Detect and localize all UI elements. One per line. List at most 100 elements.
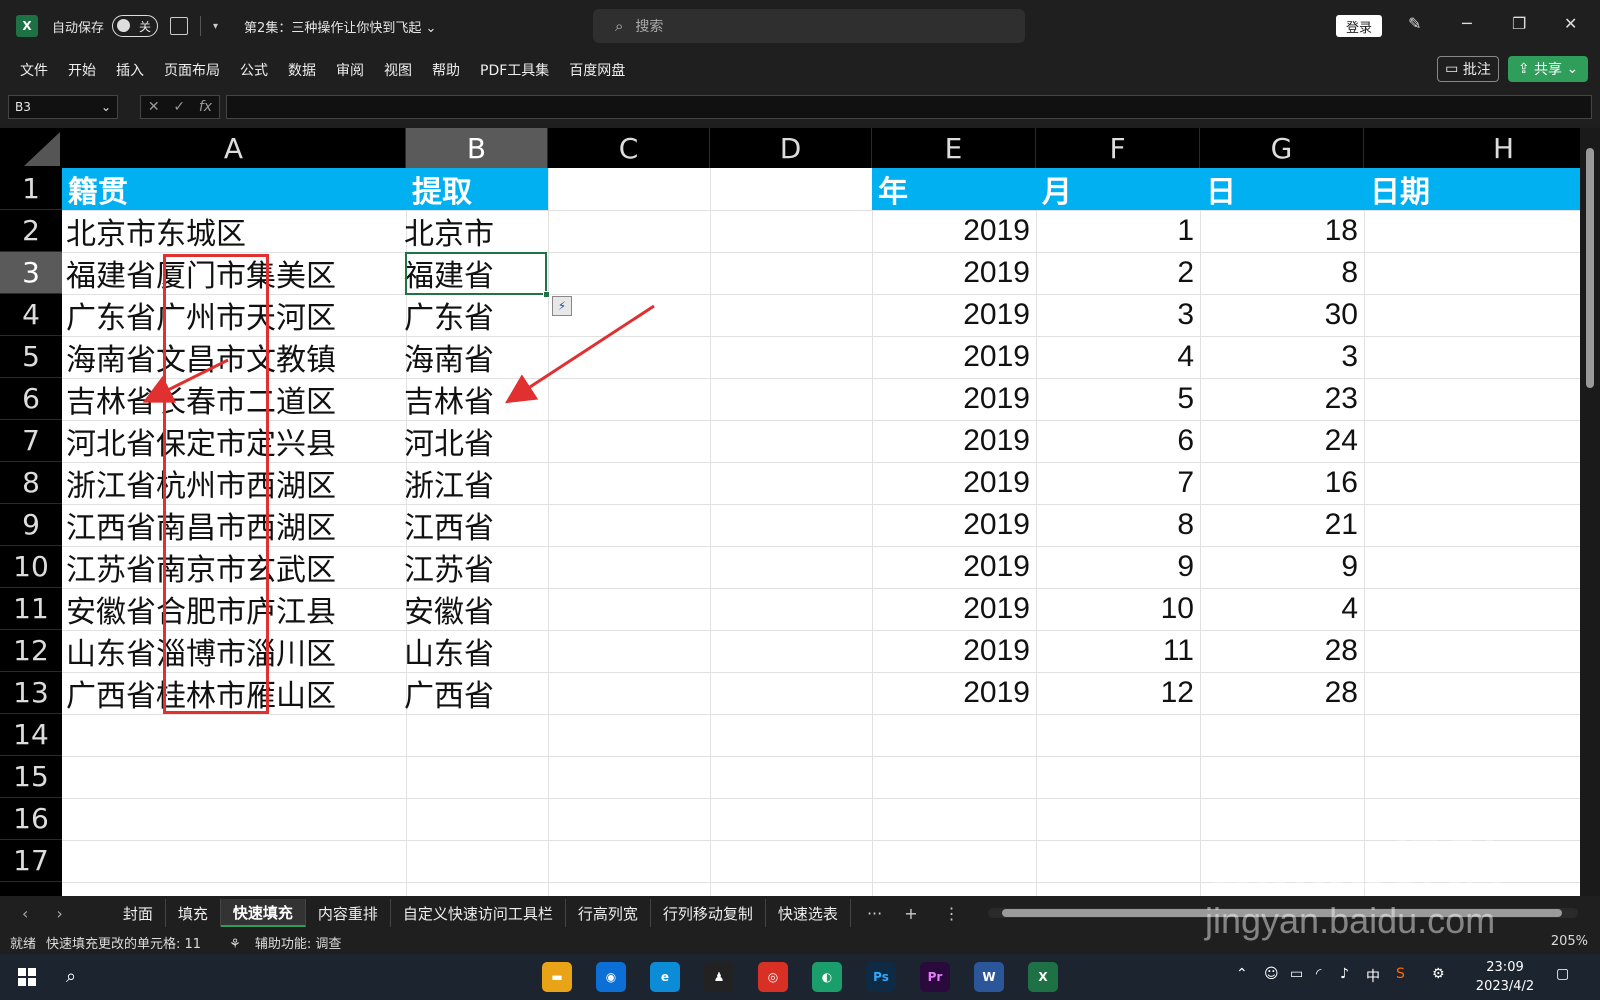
autosave-label: 自动保存 xyxy=(52,20,105,36)
battery-icon[interactable]: ▭ xyxy=(1290,966,1303,982)
sheet-tab-cover[interactable]: 封面 xyxy=(111,899,166,927)
formula-bar: B3 ⌄ ✕ ✓ fx xyxy=(0,88,1600,126)
name-box[interactable]: B3 ⌄ xyxy=(8,95,118,119)
row-header-8[interactable]: 8 xyxy=(0,462,62,504)
row-header-9[interactable]: 9 xyxy=(0,504,62,546)
row-header-7[interactable]: 7 xyxy=(0,420,62,462)
row-header-6[interactable]: 6 xyxy=(0,378,62,420)
row-header-17[interactable]: 17 xyxy=(0,840,62,882)
column-header-b[interactable]: B xyxy=(406,128,548,168)
search-box[interactable]: ⌕ 搜索 xyxy=(593,9,1025,43)
sheet-tab-fill[interactable]: 填充 xyxy=(166,899,221,927)
row-header-14[interactable]: 14 xyxy=(0,714,62,756)
menu-baidu-netdisk[interactable]: 百度网盘 xyxy=(569,60,625,80)
row-header-16[interactable]: 16 xyxy=(0,798,62,840)
row-header-2[interactable]: 2 xyxy=(0,210,62,252)
sogou-icon[interactable]: S xyxy=(1396,966,1405,982)
clock[interactable]: 23:09 2023/4/2 xyxy=(1470,958,1540,996)
clock-date: 2023/4/2 xyxy=(1475,979,1535,994)
row-header-11[interactable]: 11 xyxy=(0,588,62,630)
file-explorer-icon[interactable]: ▬ xyxy=(542,962,572,992)
notification-icon[interactable]: ▢ xyxy=(1556,966,1569,982)
volume-icon[interactable]: ♪ xyxy=(1340,966,1349,982)
tray-app-icon[interactable]: ☺ xyxy=(1264,966,1279,982)
column-header-a[interactable]: A xyxy=(62,128,406,168)
column-header-h[interactable]: H xyxy=(1364,128,1580,168)
menu-page-layout[interactable]: 页面布局 xyxy=(164,60,220,80)
menu-pdf-tools[interactable]: PDF工具集 xyxy=(480,60,549,80)
menu-formulas[interactable]: 公式 xyxy=(240,60,268,80)
restore-icon[interactable]: ❐ xyxy=(1512,14,1526,33)
add-sheet-button[interactable]: + xyxy=(904,904,917,923)
row-header-4[interactable]: 4 xyxy=(0,294,62,336)
word-icon[interactable]: W xyxy=(974,962,1004,992)
settings-gear-icon[interactable]: ⚙ xyxy=(1432,966,1445,982)
wifi-icon[interactable]: ◜ xyxy=(1316,966,1321,982)
accessibility-status[interactable]: ⚘ 辅助功能: 调查 xyxy=(219,933,341,952)
column-header-g[interactable]: G xyxy=(1200,128,1364,168)
more-sheets-button[interactable]: ··· xyxy=(867,904,882,923)
row-header-15[interactable]: 15 xyxy=(0,756,62,798)
row-header-10[interactable]: 10 xyxy=(0,546,62,588)
cancel-icon[interactable]: ✕ xyxy=(148,99,160,115)
premiere-icon[interactable]: Pr xyxy=(920,962,950,992)
photoshop-icon[interactable]: Ps xyxy=(866,962,896,992)
insert-function-button[interactable]: fx xyxy=(199,99,212,115)
cell-area[interactable]: 籍贯 提取 年 月 日 日期 北京市东城区 福建省厦门市集美区 广东省广州市天河区海… xyxy=(62,168,1580,896)
menu-home[interactable]: 开始 xyxy=(68,60,96,80)
sheet-tab-reflow[interactable]: 内容重排 xyxy=(306,899,391,927)
menu-help[interactable]: 帮助 xyxy=(432,60,460,80)
document-title[interactable]: 第2集：三种操作让你快到飞起 ⌄ xyxy=(244,17,436,36)
app-circle-icon[interactable]: ◉ xyxy=(596,962,626,992)
menu-data[interactable]: 数据 xyxy=(288,60,316,80)
row-header-13[interactable]: 13 xyxy=(0,672,62,714)
sheet-tab-custom-toolbar[interactable]: 自定义快速访问工具栏 xyxy=(391,899,566,927)
column-header-f[interactable]: F xyxy=(1036,128,1200,168)
column-header-d[interactable]: D xyxy=(710,128,872,168)
share-button[interactable]: ⇪ 共享 ⌄ xyxy=(1508,56,1588,82)
customize-toolbar-icon[interactable]: ▾ xyxy=(213,21,218,32)
windows-start-icon[interactable] xyxy=(18,968,36,986)
taskbar-search-icon[interactable]: ⌕ xyxy=(66,966,76,987)
menu-insert[interactable]: 插入 xyxy=(116,60,144,80)
chrome-icon[interactable]: ◎ xyxy=(758,962,788,992)
next-sheet-icon[interactable]: › xyxy=(56,904,62,923)
vertical-scroll-thumb[interactable] xyxy=(1586,148,1594,388)
sheet-tab-flash-fill[interactable]: 快速填充 xyxy=(220,899,306,927)
excel-taskbar-icon[interactable]: X xyxy=(1028,962,1058,992)
ime-indicator[interactable]: 中 xyxy=(1366,966,1380,986)
menu-file[interactable]: 文件 xyxy=(20,60,48,80)
sheet-tab-move-copy[interactable]: 行列移动复制 xyxy=(651,899,766,927)
save-icon[interactable] xyxy=(170,17,189,35)
login-button[interactable]: 登录 xyxy=(1336,15,1382,37)
row-header-1[interactable]: 1 xyxy=(0,168,62,210)
minimize-icon[interactable]: ─ xyxy=(1462,14,1472,33)
menu-view[interactable]: 视图 xyxy=(384,60,412,80)
select-all-corner[interactable] xyxy=(0,128,62,168)
menu-review[interactable]: 审阅 xyxy=(336,60,364,80)
close-icon[interactable]: ✕ xyxy=(1564,14,1577,33)
prev-sheet-icon[interactable]: ‹ xyxy=(22,904,28,923)
confirm-icon[interactable]: ✓ xyxy=(173,99,185,115)
baidu-watermark-url: jingyan.baidu.com xyxy=(1205,900,1496,941)
column-header-c[interactable]: C xyxy=(548,128,710,168)
sheet-tab-quick-select[interactable]: 快速选表 xyxy=(766,899,851,927)
vertical-scrollbar[interactable] xyxy=(1580,128,1600,896)
pen-icon[interactable]: ✎ xyxy=(1408,14,1421,33)
sheet-tab-row-col-size[interactable]: 行高列宽 xyxy=(566,899,651,927)
row-header-5[interactable]: 5 xyxy=(0,336,62,378)
edge-icon[interactable]: e xyxy=(650,962,680,992)
clock-time: 23:09 xyxy=(1486,960,1524,975)
row-header-12[interactable]: 12 xyxy=(0,630,62,672)
row-header-3[interactable]: 3 xyxy=(0,252,62,294)
formula-input[interactable] xyxy=(226,95,1592,119)
tray-chevron-icon[interactable]: ⌃ xyxy=(1236,966,1248,982)
column-header-e[interactable]: E xyxy=(872,128,1036,168)
zoom-level[interactable]: 205% xyxy=(1551,934,1588,949)
excel-logo-icon: X xyxy=(16,15,38,37)
qq-icon[interactable]: ♟ xyxy=(704,962,734,992)
options-icon[interactable]: ⋮ xyxy=(944,904,960,923)
edge-dev-icon[interactable]: ◐ xyxy=(812,962,842,992)
autosave-toggle[interactable]: 关 xyxy=(112,15,159,37)
comments-button[interactable]: ▭ 批注 xyxy=(1437,56,1499,82)
